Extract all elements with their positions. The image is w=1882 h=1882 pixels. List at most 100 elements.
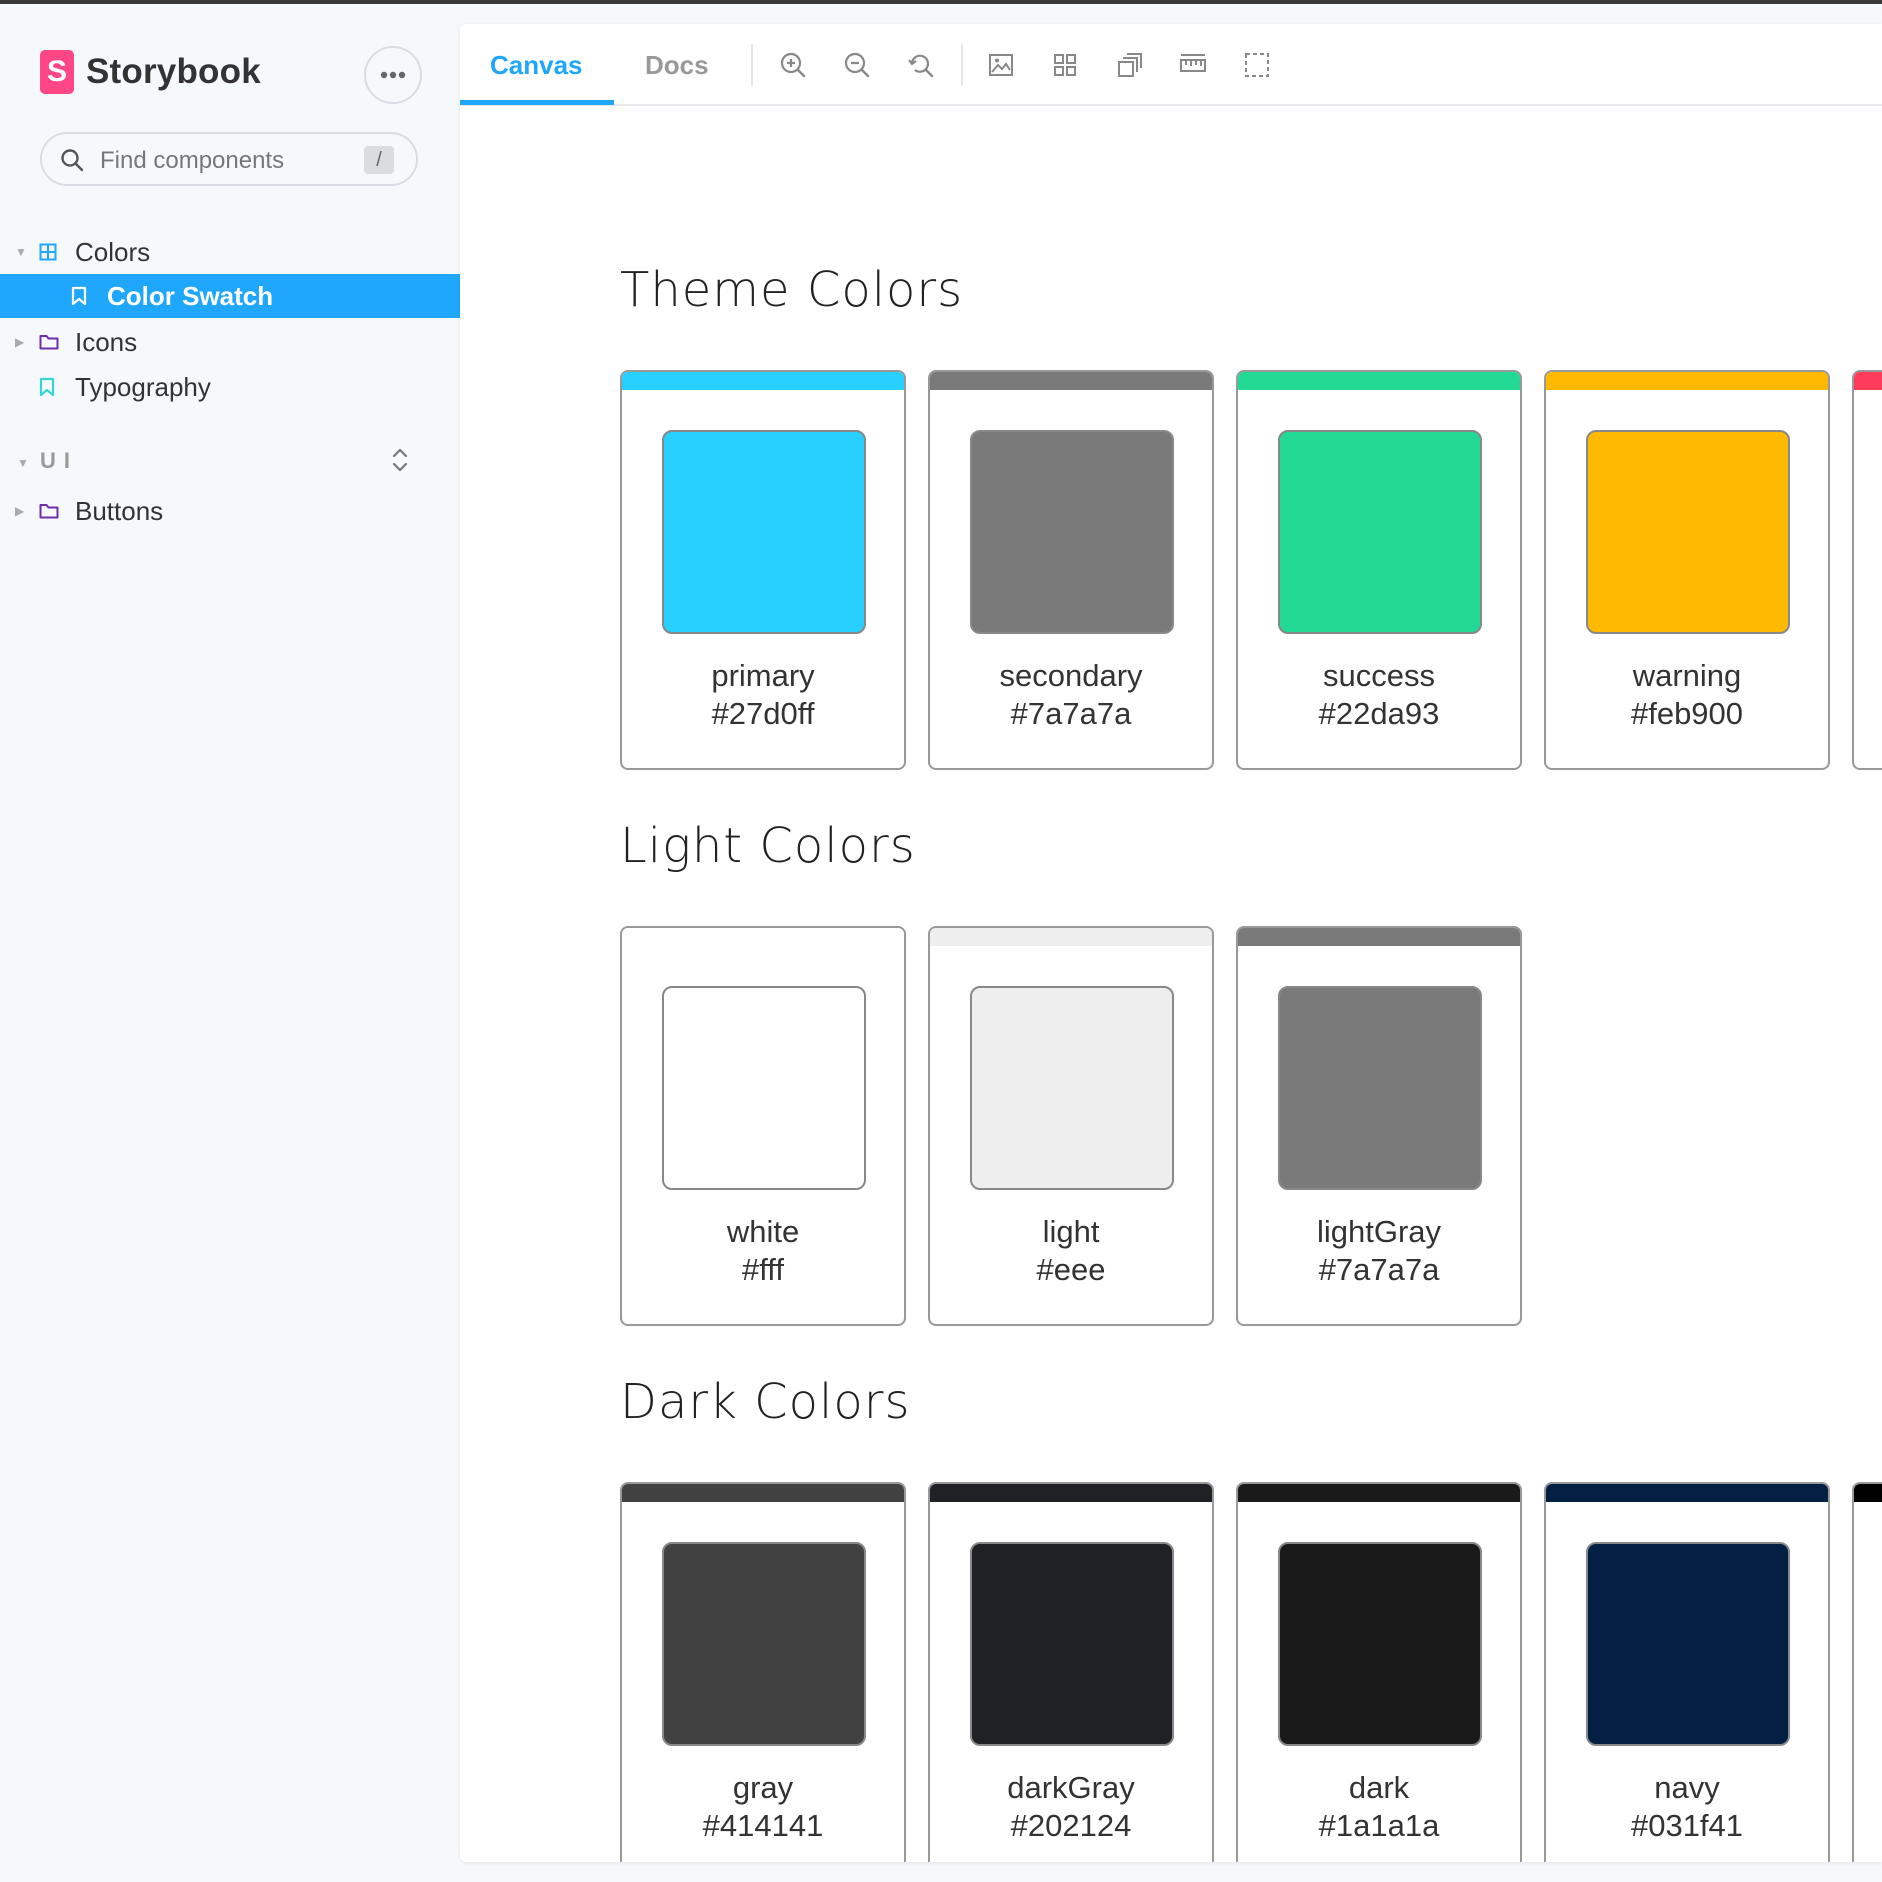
swatch-name: warning <box>1632 658 1742 693</box>
swatch-color-bar <box>930 372 1212 390</box>
viewport-icon[interactable] <box>1112 48 1146 82</box>
swatch-card-white: white #fff <box>620 926 906 1326</box>
swatch-card-partial <box>1852 370 1882 770</box>
swatch-card-dark: dark #1a1a1a <box>1236 1482 1522 1862</box>
folder-icon <box>39 334 61 350</box>
swatch-name: navy <box>1654 1770 1720 1805</box>
tab-docs[interactable]: Docs <box>645 24 709 104</box>
swatch-card-lightgray: lightGray #7a7a7a <box>1236 926 1522 1326</box>
swatch-color-bar <box>1238 928 1520 946</box>
sidebar-item-icons[interactable]: ▶ Icons <box>0 320 460 364</box>
chevron-down-icon[interactable]: ▼ <box>17 456 29 470</box>
component-icon <box>39 243 61 261</box>
expand-collapse-icon[interactable] <box>390 446 410 474</box>
sidebar-item-color-swatch[interactable]: Color Swatch <box>0 274 460 318</box>
swatch-name: dark <box>1348 1770 1410 1805</box>
swatch-color-box <box>1278 986 1482 1190</box>
swatch-color-box <box>970 986 1174 1190</box>
brand[interactable]: S Storybook <box>40 50 261 94</box>
toolbar: Canvas Docs <box>460 24 1882 106</box>
swatch-hex: #7a7a7a <box>1010 696 1132 731</box>
swatch-hex: #fff <box>742 1252 784 1287</box>
swatch-color-box <box>1278 430 1482 634</box>
swatch-name: light <box>1042 1214 1100 1249</box>
swatch-card-success: success #22da93 <box>1236 370 1522 770</box>
swatch-hex: #eee <box>1036 1252 1106 1287</box>
toolbar-divider <box>961 44 963 86</box>
group-title[interactable]: UI <box>40 448 78 474</box>
search-field[interactable]: Find components / <box>40 132 418 186</box>
measure-icon[interactable] <box>1176 48 1210 82</box>
sidebar-item-label: Buttons <box>75 495 164 526</box>
swatch-card-darkgray: darkGray #202124 <box>928 1482 1214 1862</box>
swatch-color-box <box>662 986 866 1190</box>
brand-name: Storybook <box>86 52 261 91</box>
swatch-hex: #7a7a7a <box>1318 1252 1440 1287</box>
preview-panel: Canvas Docs Theme Colors primary #27d0ff… <box>460 24 1882 1862</box>
sidebar-item-colors[interactable]: ▼ Colors <box>0 230 460 274</box>
sidebar-item-label: Icons <box>75 326 138 357</box>
swatch-color-box <box>662 1542 866 1746</box>
swatch-card-navy: navy #031f41 <box>1544 1482 1830 1862</box>
swatch-color-box <box>1278 1542 1482 1746</box>
menu-button[interactable] <box>364 46 422 104</box>
sidebar-item-label: Typography <box>75 371 211 402</box>
sidebar-item-label: Colors <box>75 236 151 267</box>
swatch-card-warning: warning #feb900 <box>1544 370 1830 770</box>
swatch-hex: #202124 <box>1010 1808 1132 1843</box>
search-icon <box>61 149 84 172</box>
swatch-color-bar <box>622 372 904 390</box>
swatch-color-box <box>662 430 866 634</box>
swatch-color-box <box>970 1542 1174 1746</box>
toolbar-divider <box>751 44 753 86</box>
sidebar-item-buttons[interactable]: ▶ Buttons <box>0 489 460 533</box>
storybook-logo-icon: S <box>40 50 74 94</box>
chevron-right-icon: ▶ <box>15 504 25 518</box>
swatch-color-bar <box>1546 1484 1828 1502</box>
active-tab-indicator <box>460 100 614 105</box>
swatch-color-box <box>970 430 1174 634</box>
swatch-color-bar <box>1546 372 1828 390</box>
swatch-name: secondary <box>999 658 1143 693</box>
swatch-hex: #031f41 <box>1630 1808 1744 1843</box>
search-shortcut-key: / <box>364 146 394 174</box>
sidebar: S Storybook Find components / ▼ Colors C… <box>0 4 460 1882</box>
outline-icon[interactable] <box>1240 48 1274 82</box>
swatch-name: gray <box>732 1770 794 1805</box>
swatch-color-bar <box>1854 1484 1882 1502</box>
swatch-card-secondary: secondary #7a7a7a <box>928 370 1214 770</box>
section-title-dark: Dark Colors <box>620 1374 911 1430</box>
swatch-name: white <box>726 1214 800 1249</box>
more-icon <box>380 71 406 79</box>
swatch-color-bar <box>622 928 904 946</box>
swatch-hex: #1a1a1a <box>1318 1808 1440 1843</box>
swatch-color-bar <box>930 928 1212 946</box>
folder-icon <box>39 503 61 519</box>
grid-icon[interactable] <box>1048 48 1082 82</box>
swatch-hex: #22da93 <box>1318 696 1440 731</box>
chevron-right-icon: ▶ <box>15 335 25 349</box>
swatch-card-light: light #eee <box>928 926 1214 1326</box>
swatch-hex: #414141 <box>702 1808 824 1843</box>
swatch-color-box <box>1586 430 1790 634</box>
swatch-hex: #feb900 <box>1630 696 1744 731</box>
swatch-color-bar <box>1238 372 1520 390</box>
zoom-out-icon[interactable] <box>840 48 874 82</box>
swatch-color-box <box>1586 1542 1790 1746</box>
bookmark-icon <box>71 286 93 306</box>
swatch-name: success <box>1323 658 1435 693</box>
swatch-name: primary <box>711 658 815 693</box>
swatch-name: lightGray <box>1316 1214 1442 1249</box>
bookmark-icon <box>39 377 61 397</box>
search-input[interactable]: Find components <box>100 147 284 175</box>
sidebar-item-typography[interactable]: Typography <box>0 365 460 409</box>
zoom-reset-icon[interactable] <box>904 48 938 82</box>
swatch-color-bar <box>1238 1484 1520 1502</box>
swatch-card-partial <box>1852 1482 1882 1862</box>
background-icon[interactable] <box>984 48 1018 82</box>
tab-canvas[interactable]: Canvas <box>490 24 583 104</box>
swatch-hex: #27d0ff <box>711 696 815 731</box>
section-title-theme: Theme Colors <box>620 262 964 318</box>
section-title-light: Light Colors <box>620 818 916 874</box>
zoom-in-icon[interactable] <box>776 48 810 82</box>
